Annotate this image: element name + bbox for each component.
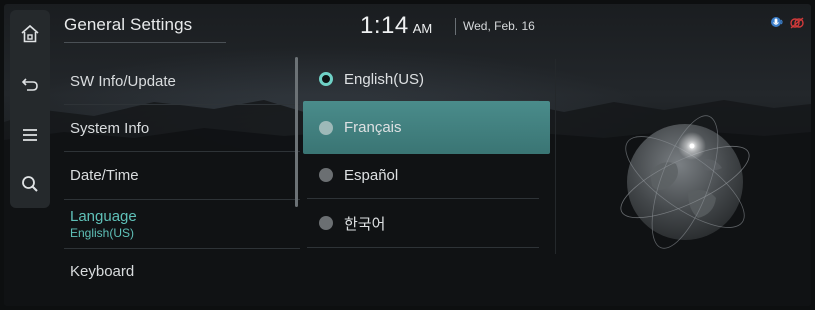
voice-mic-icon [771,17,783,27]
menu-item-language[interactable]: Language English(US) [70,203,290,245]
home-icon [21,24,39,43]
title-underline [64,42,226,43]
menu-item-label: Date/Time [70,166,139,184]
clock-ampm: AM [412,21,433,36]
settings-screen: General Settings 1:14 AM Wed, Feb. 16 SW… [4,4,811,306]
menu-item-keyboard[interactable]: Keyboard [70,251,290,291]
globe-icon [620,115,750,249]
menu-button[interactable] [14,117,46,153]
radio-selected-icon [319,72,333,86]
home-button[interactable] [14,16,46,52]
menu-item-label: Language [70,208,137,225]
menu-item-label: System Info [70,119,150,137]
menu-item-system-info[interactable]: System Info [70,108,290,148]
language-option-english-us[interactable]: English(US) [303,59,550,99]
language-option-francais[interactable]: Français [303,101,550,154]
menu-divider [64,151,300,152]
search-button[interactable] [14,166,46,202]
language-option-label: Français [344,119,402,136]
search-icon [22,176,38,192]
language-option-label: Español [344,166,399,184]
clock: 1:14 AM [360,12,432,40]
language-option-espanol[interactable]: Español [303,155,550,195]
option-divider [307,247,539,248]
clock-date: Wed, Feb. 16 [463,19,535,33]
radio-unselected-icon [319,168,333,182]
side-rail [10,10,50,208]
menu-icon [23,129,37,141]
menu-item-date-time[interactable]: Date/Time [70,155,290,195]
menu-item-label: SW Info/Update [70,72,176,90]
panel-divider [555,59,556,254]
menu-divider [64,104,300,105]
status-icons [769,16,805,30]
menu-item-sublabel: English(US) [70,226,135,240]
page-title: General Settings [64,15,193,34]
back-icon [21,78,38,91]
clock-divider [455,18,456,35]
no-connection-icon [790,17,804,29]
menu-divider [64,248,300,249]
language-option-label: English(US) [344,70,425,88]
language-option-korean[interactable]: 한국어 [303,203,550,243]
option-divider [307,198,539,199]
radio-unselected-icon [319,120,333,135]
back-button[interactable] [14,66,46,102]
menu-divider [64,199,300,200]
language-option-label: 한국어 [344,215,386,233]
menu-item-sw-info-update[interactable]: SW Info/Update [70,61,290,101]
menu-scrollbar[interactable] [295,57,298,207]
menu-item-label: Keyboard [70,262,135,280]
clock-time: 1:14 [360,12,409,39]
radio-unselected-icon [319,216,333,230]
